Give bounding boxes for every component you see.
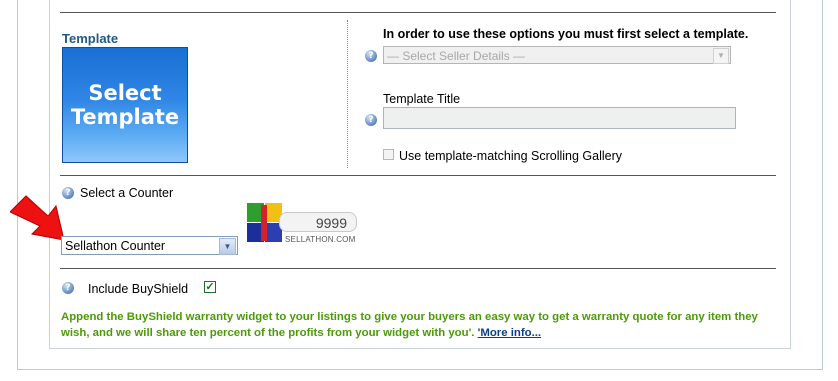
column-separator (347, 20, 348, 168)
buyshield-description-text: Append the BuyShield warranty widget to … (61, 311, 758, 339)
include-buyshield-label: Include BuyShield (88, 282, 189, 296)
top-divider (60, 12, 776, 13)
template-title-label: Template Title (383, 92, 461, 106)
include-buyshield-checkbox[interactable]: ✓ (204, 281, 216, 293)
template-required-notice: In order to use these options you must f… (383, 27, 749, 41)
middle-divider (60, 175, 776, 176)
select-template-button[interactable]: Select Template (62, 47, 188, 163)
sellathon-cube-icon (247, 203, 283, 243)
seller-details-select-value: — Select Seller Details — (387, 49, 526, 63)
more-info-link[interactable]: 'More info... (478, 327, 541, 339)
help-icon[interactable]: ? (62, 282, 74, 294)
bottom-divider (60, 268, 776, 269)
counter-preview: 9999 SELLATHON.COM (247, 203, 359, 253)
template-title-input[interactable] (383, 107, 736, 129)
seller-details-select[interactable]: — Select Seller Details — ▼ (383, 46, 731, 64)
template-label: Template (62, 31, 119, 46)
help-icon[interactable]: ? (365, 114, 377, 126)
chevron-down-icon: ▼ (219, 238, 236, 255)
help-icon[interactable]: ? (365, 50, 377, 62)
chevron-down-icon: ▼ (713, 48, 729, 64)
counter-select[interactable]: Sellathon Counter ▼ (61, 236, 238, 255)
counter-select-value: Sellathon Counter (65, 239, 166, 253)
select-counter-label: Select a Counter (80, 186, 174, 200)
buyshield-description: Append the BuyShield warranty widget to … (61, 309, 761, 341)
scrolling-gallery-label: Use template-matching Scrolling Gallery (399, 149, 623, 163)
select-template-button-label: Select Template (70, 81, 180, 129)
counter-preview-brand: SELLATHON.COM (285, 235, 356, 244)
scrolling-gallery-checkbox[interactable] (383, 149, 394, 160)
counter-preview-digits: 9999 (279, 212, 357, 232)
